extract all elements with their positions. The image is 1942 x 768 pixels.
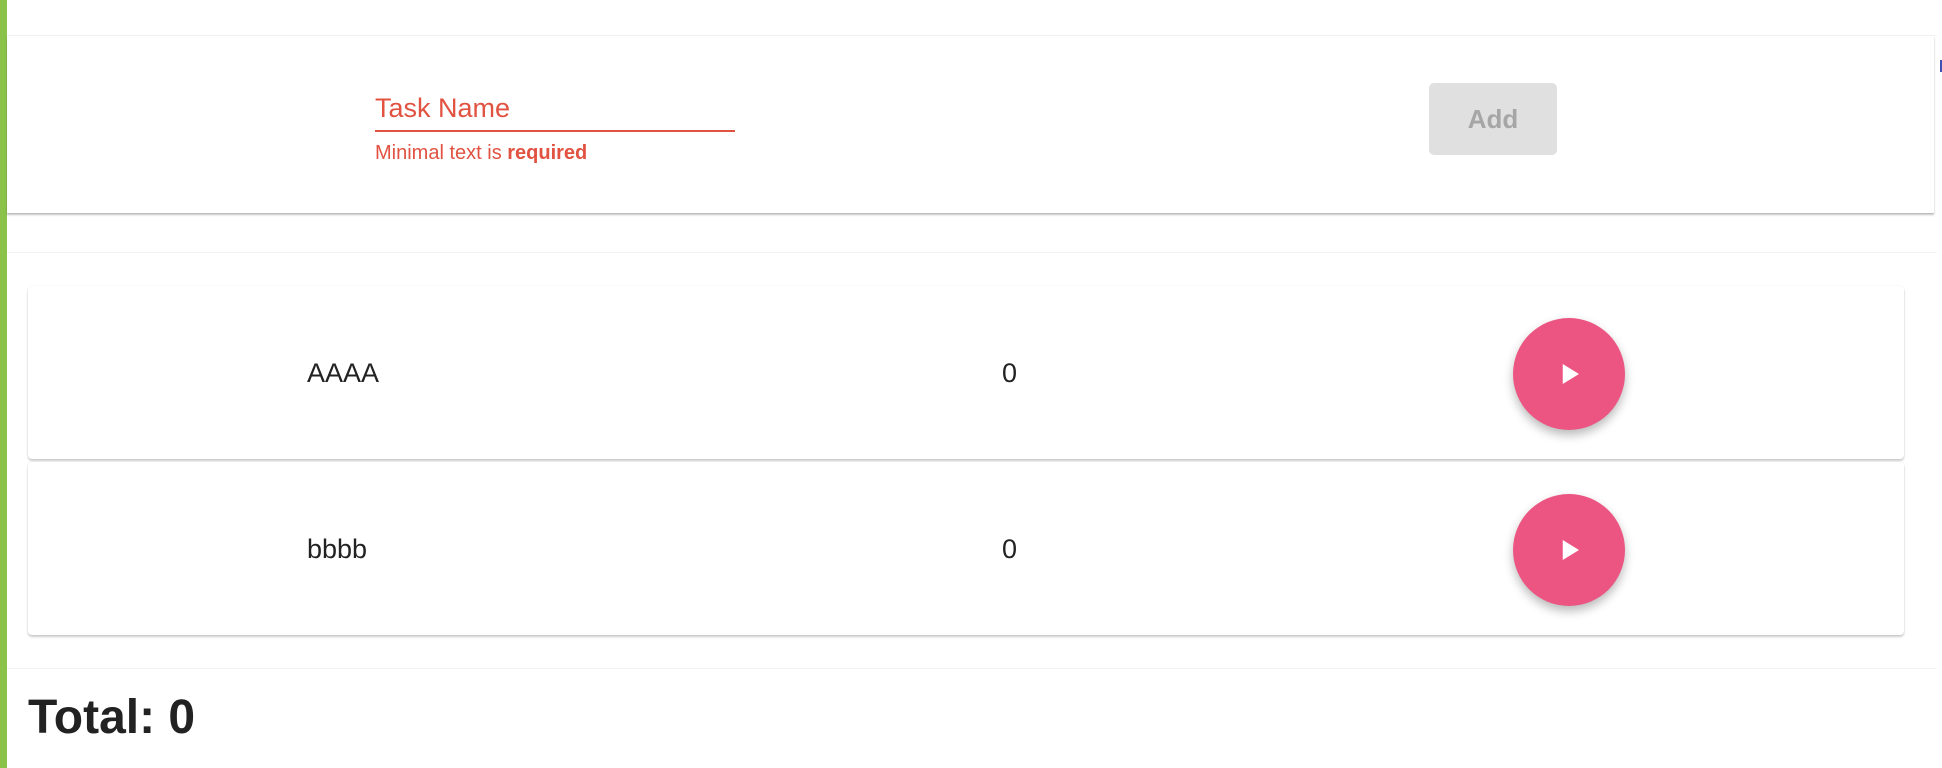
divider xyxy=(7,668,1937,669)
total-value: 0 xyxy=(168,691,196,744)
task-name-error: Minimal text is required xyxy=(375,142,735,165)
error-text: Minimal text is xyxy=(375,142,508,164)
task-count: 0 xyxy=(1002,534,1018,564)
top-strip xyxy=(7,0,1937,36)
task-name: bbbb xyxy=(307,534,368,564)
task-name-field: Minimal text is required xyxy=(375,86,735,165)
total-label: Total: xyxy=(28,691,169,744)
divider xyxy=(7,252,1937,253)
task-row: AAAA 0 xyxy=(28,286,1904,459)
task-name-input[interactable] xyxy=(375,86,735,132)
add-button[interactable]: Add xyxy=(1429,83,1557,155)
play-icon xyxy=(1562,540,1579,560)
task-row: bbbb 0 xyxy=(28,462,1904,635)
total-summary: Total: 0 xyxy=(28,690,195,745)
error-emphasis: required xyxy=(507,142,588,164)
task-count: 0 xyxy=(1002,358,1018,388)
play-icon xyxy=(1562,364,1579,384)
app-page: Minimal text is required Add AAAA 0 bbbb… xyxy=(0,0,1942,768)
left-accent-bar xyxy=(0,0,7,768)
task-name: AAAA xyxy=(307,358,380,388)
play-button[interactable] xyxy=(1513,494,1625,606)
play-button[interactable] xyxy=(1513,318,1625,430)
add-task-form: Minimal text is required Add xyxy=(7,36,1934,213)
task-list: AAAA 0 bbbb 0 xyxy=(28,286,1904,638)
